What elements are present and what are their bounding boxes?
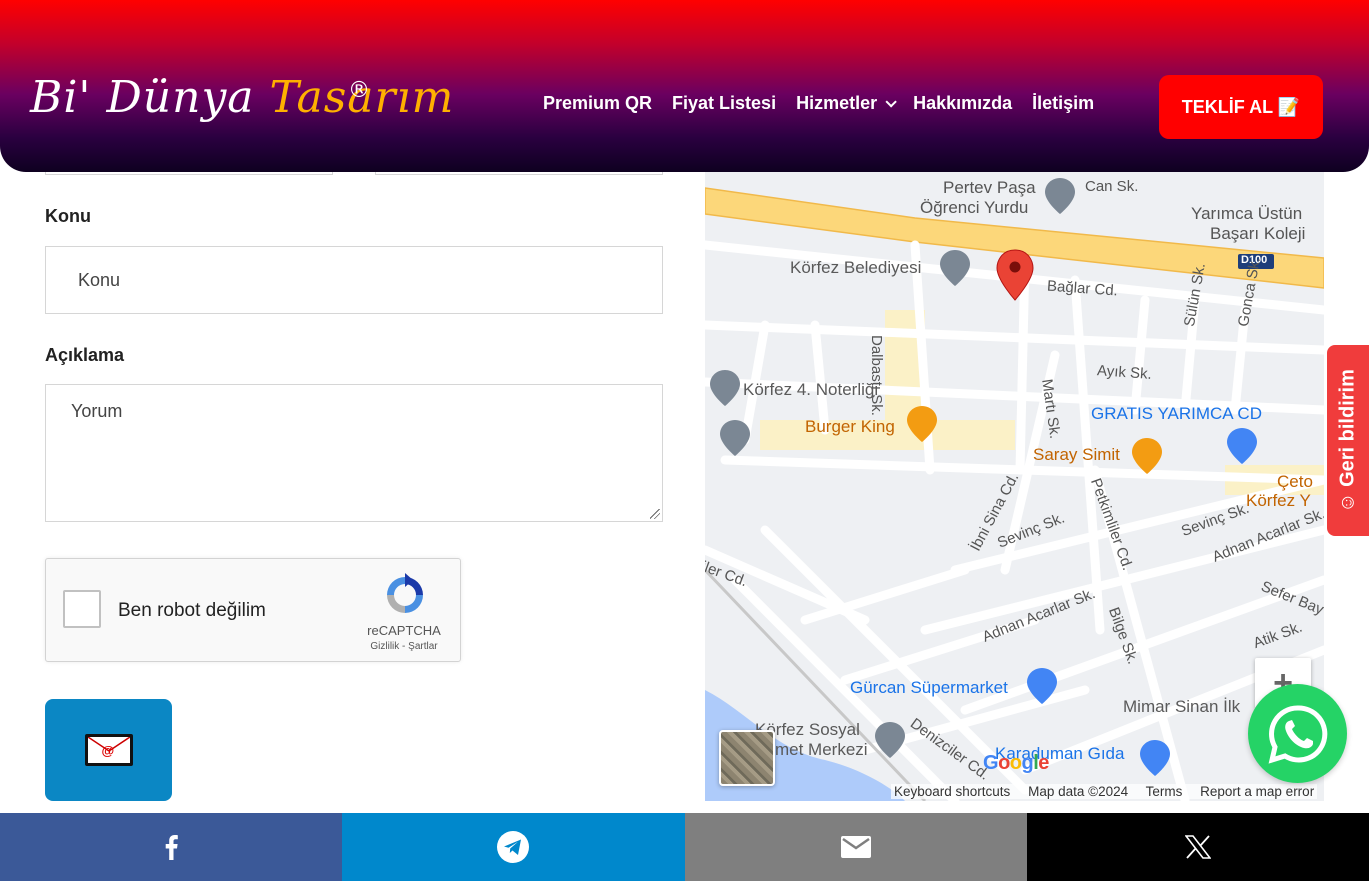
nav-iletisim[interactable]: İletişim [1032,93,1094,114]
google-logo: Google [983,752,1049,774]
facebook-icon [165,835,178,860]
nav-hakkimizda[interactable]: Hakkımızda [913,93,1012,114]
main-nav: Premium QR Fiyat Listesi Hizmetler Hakkı… [543,93,1114,114]
map-label: Körfez Y [1246,491,1311,510]
teklif-al-button[interactable]: TEKLİF AL 📝 [1159,75,1323,139]
share-bar [0,813,1369,881]
map-label: Dalbastı Sk. [868,335,885,416]
feedback-tab[interactable]: ☺ Geri bildirim [1327,345,1369,536]
keyboard-shortcuts-link[interactable]: Keyboard shortcuts [894,784,1010,799]
site-header: Bi' Dünya Tasarım ® Premium QR Fiyat Lis… [0,0,1369,172]
resize-handle-icon[interactable] [650,509,660,519]
whatsapp-icon [1268,704,1327,764]
map-label: Saray Simit [1033,445,1120,464]
share-telegram-button[interactable] [342,813,685,881]
map-label: Pertev Paşa [943,178,1036,197]
registered-mark: ® [348,78,370,103]
feedback-label: Geri bildirim [1336,368,1359,487]
map-label: Körfez Belediyesi [790,258,922,277]
smile-icon: ☺ [1336,486,1359,513]
logo-text-main: Bi' Dünya [30,72,270,123]
telegram-icon [497,831,530,863]
satellite-toggle[interactable] [719,730,775,786]
report-error-link[interactable]: Report a map error [1200,784,1314,799]
map-label: Mimar Sinan İlk [1123,697,1241,716]
subject-input[interactable]: Konu [45,246,663,314]
recaptcha-widget: Ben robot değilim reCAPTCHA Gizlilik - Ş… [45,558,461,662]
share-email-button[interactable] [684,813,1027,881]
envelope-icon: @ [84,734,133,766]
map-label: Gürcan Süpermarket [850,678,1008,697]
google-map[interactable]: Pertev Paşa Öğrenci Yurdu Can Sk. Yarımc… [705,150,1324,801]
terms-link[interactable]: Terms [1146,784,1183,799]
send-button[interactable]: @ [45,699,172,801]
nav-hizmetler-label: Hizmetler [796,93,878,113]
share-facebook-button[interactable] [0,813,343,881]
map-label: Can Sk. [1085,178,1139,195]
map-label: Başarı Koleji [1210,224,1306,243]
whatsapp-button[interactable] [1248,684,1347,783]
recaptcha-logo-icon [387,573,423,613]
map-label: Öğrenci Yurdu [920,198,1029,217]
map-data-text: Map data ©2024 [1028,784,1129,799]
share-x-button[interactable] [1026,813,1369,881]
recaptcha-label: Ben robot değilim [118,600,266,621]
map-label: met Merkezi [775,740,868,759]
site-logo[interactable]: Bi' Dünya Tasarım ® [30,72,453,142]
nav-fiyat-listesi[interactable]: Fiyat Listesi [672,93,776,114]
nav-hizmetler[interactable]: Hizmetler [796,93,897,114]
recaptcha-links[interactable]: Gizlilik - Şartlar [346,641,462,652]
map-label: Çeto [1277,472,1313,491]
recaptcha-checkbox[interactable] [63,590,101,628]
description-placeholder: Yorum [71,401,123,421]
chevron-down-icon [885,95,897,108]
map-footer: Keyboard shortcuts Map data ©2024 Terms … [891,784,1318,799]
x-icon [1184,835,1211,859]
subject-label: Konu [45,206,91,226]
map-label: Körfez 4. Noterliği [743,380,879,399]
description-textarea[interactable]: Yorum [45,384,663,522]
email-icon [840,836,871,858]
map-label: Burger King [805,417,895,436]
map-label: Yarımca Üstün [1191,204,1303,223]
recaptcha-brand: reCAPTCHA [367,623,441,638]
description-label: Açıklama [45,345,125,365]
map-label: GRATIS YARIMCA CD [1091,404,1262,423]
nav-premium-qr[interactable]: Premium QR [543,93,652,114]
